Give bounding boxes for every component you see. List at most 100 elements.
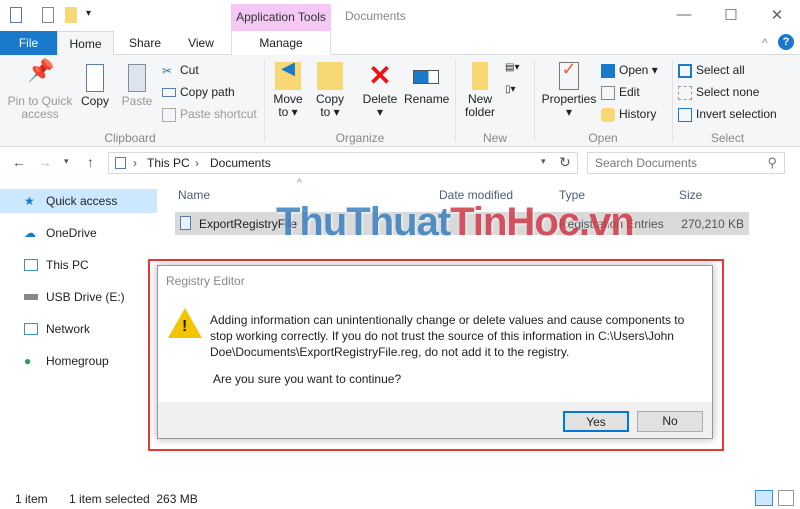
divider <box>672 60 673 142</box>
properties-icon[interactable] <box>10 7 22 23</box>
registry-editor-dialog: Registry Editor ! Adding information can… <box>157 265 713 439</box>
sidebar-item-usb-drive[interactable]: USB Drive (E:) <box>0 285 157 309</box>
maximize-icon[interactable]: ☐ <box>721 6 741 24</box>
open-icon <box>601 63 615 78</box>
close-icon[interactable]: ✕ <box>767 6 787 24</box>
checkmark-doc-icon[interactable] <box>42 7 54 23</box>
watermark: ThuThuatTinHoc.vn <box>276 200 635 244</box>
select-none-icon <box>678 85 692 100</box>
divider <box>455 60 456 142</box>
paste-button[interactable]: Paste <box>118 64 156 108</box>
copy-to-icon <box>317 62 343 90</box>
invert-selection-button[interactable]: Invert selection <box>678 107 777 122</box>
sort-ascending-icon: ^ <box>297 178 302 189</box>
history-icon <box>601 107 615 122</box>
recent-locations-icon[interactable]: ▾ <box>64 156 69 167</box>
properties-check-icon: ✓ <box>559 60 579 90</box>
group-open: Open <box>588 131 618 145</box>
copy-path-button[interactable]: Copy path <box>162 85 235 99</box>
sidebar-item-this-pc[interactable]: This PC <box>0 253 157 277</box>
reg-file-icon <box>180 216 191 230</box>
search-input[interactable]: Search Documents ⚲ <box>587 152 785 174</box>
divider <box>534 60 535 142</box>
usb-drive-icon <box>24 294 38 300</box>
window-title: Documents <box>345 9 406 23</box>
group-organize: Organize <box>335 131 385 145</box>
column-size[interactable]: Size <box>679 188 702 202</box>
delete-button[interactable]: ✕ Delete ▾ <box>360 62 400 119</box>
help-icon[interactable]: ? <box>778 34 794 50</box>
large-icons-view-icon[interactable] <box>778 490 794 506</box>
pin-quick-access-button[interactable]: 📌 Pin to Quick access <box>4 58 76 121</box>
select-none-button[interactable]: Select none <box>678 85 759 100</box>
refresh-icon[interactable]: ↻ <box>559 154 571 171</box>
minimize-icon[interactable]: — <box>674 6 694 23</box>
address-dropdown-icon[interactable]: ▾ <box>541 156 546 167</box>
rename-icon <box>413 70 439 84</box>
tab-manage[interactable]: Manage <box>231 31 331 55</box>
file-size: 270,210 KB <box>681 217 744 231</box>
selection-info: 1 item selected 263 MB <box>69 492 198 506</box>
select-all-button[interactable]: Select all <box>678 63 745 78</box>
paste-shortcut-button[interactable]: Paste shortcut <box>162 107 257 122</box>
address-bar[interactable]: › This PC › Documents ▾ ↻ <box>108 152 578 174</box>
item-count: 1 item <box>15 492 48 506</box>
sidebar-item-network[interactable]: Network <box>0 317 157 341</box>
open-button[interactable]: Open ▾ <box>601 63 658 78</box>
details-view-icon[interactable] <box>755 490 773 506</box>
easy-access-icon[interactable]: ▯▾ <box>505 84 516 95</box>
paste-shortcut-icon <box>162 107 176 122</box>
no-button[interactable]: No <box>637 411 703 432</box>
copy-path-icon <box>162 88 176 98</box>
forward-arrow-icon[interactable]: → <box>38 154 52 170</box>
new-item-icon[interactable]: ▤▾ <box>505 62 519 73</box>
breadcrumb-this-pc[interactable]: This PC <box>147 156 190 170</box>
column-name[interactable]: Name <box>178 188 210 202</box>
tab-share[interactable]: Share <box>120 31 170 55</box>
copy-to-button[interactable]: Copy to ▾ <box>312 62 348 119</box>
group-select: Select <box>710 131 745 145</box>
scissors-icon: ✂ <box>162 63 173 78</box>
clipboard-icon <box>128 64 146 92</box>
this-pc-icon <box>115 157 126 169</box>
homegroup-icon: ● <box>24 354 32 368</box>
tab-file[interactable]: File <box>0 31 57 55</box>
rename-button[interactable]: Rename <box>404 62 449 106</box>
pin-icon: 📌 <box>27 58 55 83</box>
sidebar-item-homegroup[interactable]: ● Homegroup <box>0 349 157 373</box>
yes-button[interactable]: Yes <box>563 411 629 432</box>
collapse-ribbon-icon[interactable]: ^ <box>762 36 768 50</box>
copy-button[interactable]: Copy <box>78 64 112 108</box>
cloud-icon: ☁ <box>24 226 36 240</box>
delete-x-icon: ✕ <box>368 60 392 91</box>
properties-button[interactable]: ✓ Properties ▾ <box>540 60 598 119</box>
group-new: New <box>482 131 507 145</box>
customize-toolbar-icon[interactable]: ▾ <box>86 8 91 19</box>
move-to-button[interactable]: ◀ Move to ▾ <box>270 59 306 119</box>
up-arrow-icon[interactable]: ↑ <box>87 154 94 170</box>
sidebar-item-onedrive[interactable]: ☁ OneDrive <box>0 221 157 245</box>
move-to-icon: ◀ <box>275 59 301 90</box>
new-folder-button[interactable]: New folder <box>460 62 500 119</box>
cut-button[interactable]: ✂ Cut <box>162 63 199 78</box>
status-bar: 1 item 1 item selected 263 MB <box>0 488 800 509</box>
new-folder-icon <box>472 62 488 90</box>
dialog-title: Registry Editor <box>166 274 245 288</box>
dialog-question: Are you sure you want to continue? <box>213 372 402 386</box>
application-tools-label: Application Tools <box>231 4 331 31</box>
invert-selection-icon <box>678 107 692 122</box>
edit-icon <box>601 85 615 100</box>
edit-button[interactable]: Edit <box>601 85 640 100</box>
tab-home[interactable]: Home <box>57 31 114 56</box>
sidebar-item-quick-access[interactable]: ★ Quick access <box>0 189 157 213</box>
dialog-message: Adding information can unintentionally c… <box>210 313 685 359</box>
search-icon: ⚲ <box>767 155 777 170</box>
divider <box>264 60 265 142</box>
back-arrow-icon[interactable]: ← <box>12 154 26 170</box>
history-button[interactable]: History <box>601 107 656 122</box>
select-all-icon <box>678 63 692 78</box>
breadcrumb-documents[interactable]: Documents <box>210 156 271 170</box>
folder-icon[interactable] <box>65 7 77 23</box>
tab-view[interactable]: View <box>176 31 226 55</box>
copy-icon <box>86 64 104 92</box>
